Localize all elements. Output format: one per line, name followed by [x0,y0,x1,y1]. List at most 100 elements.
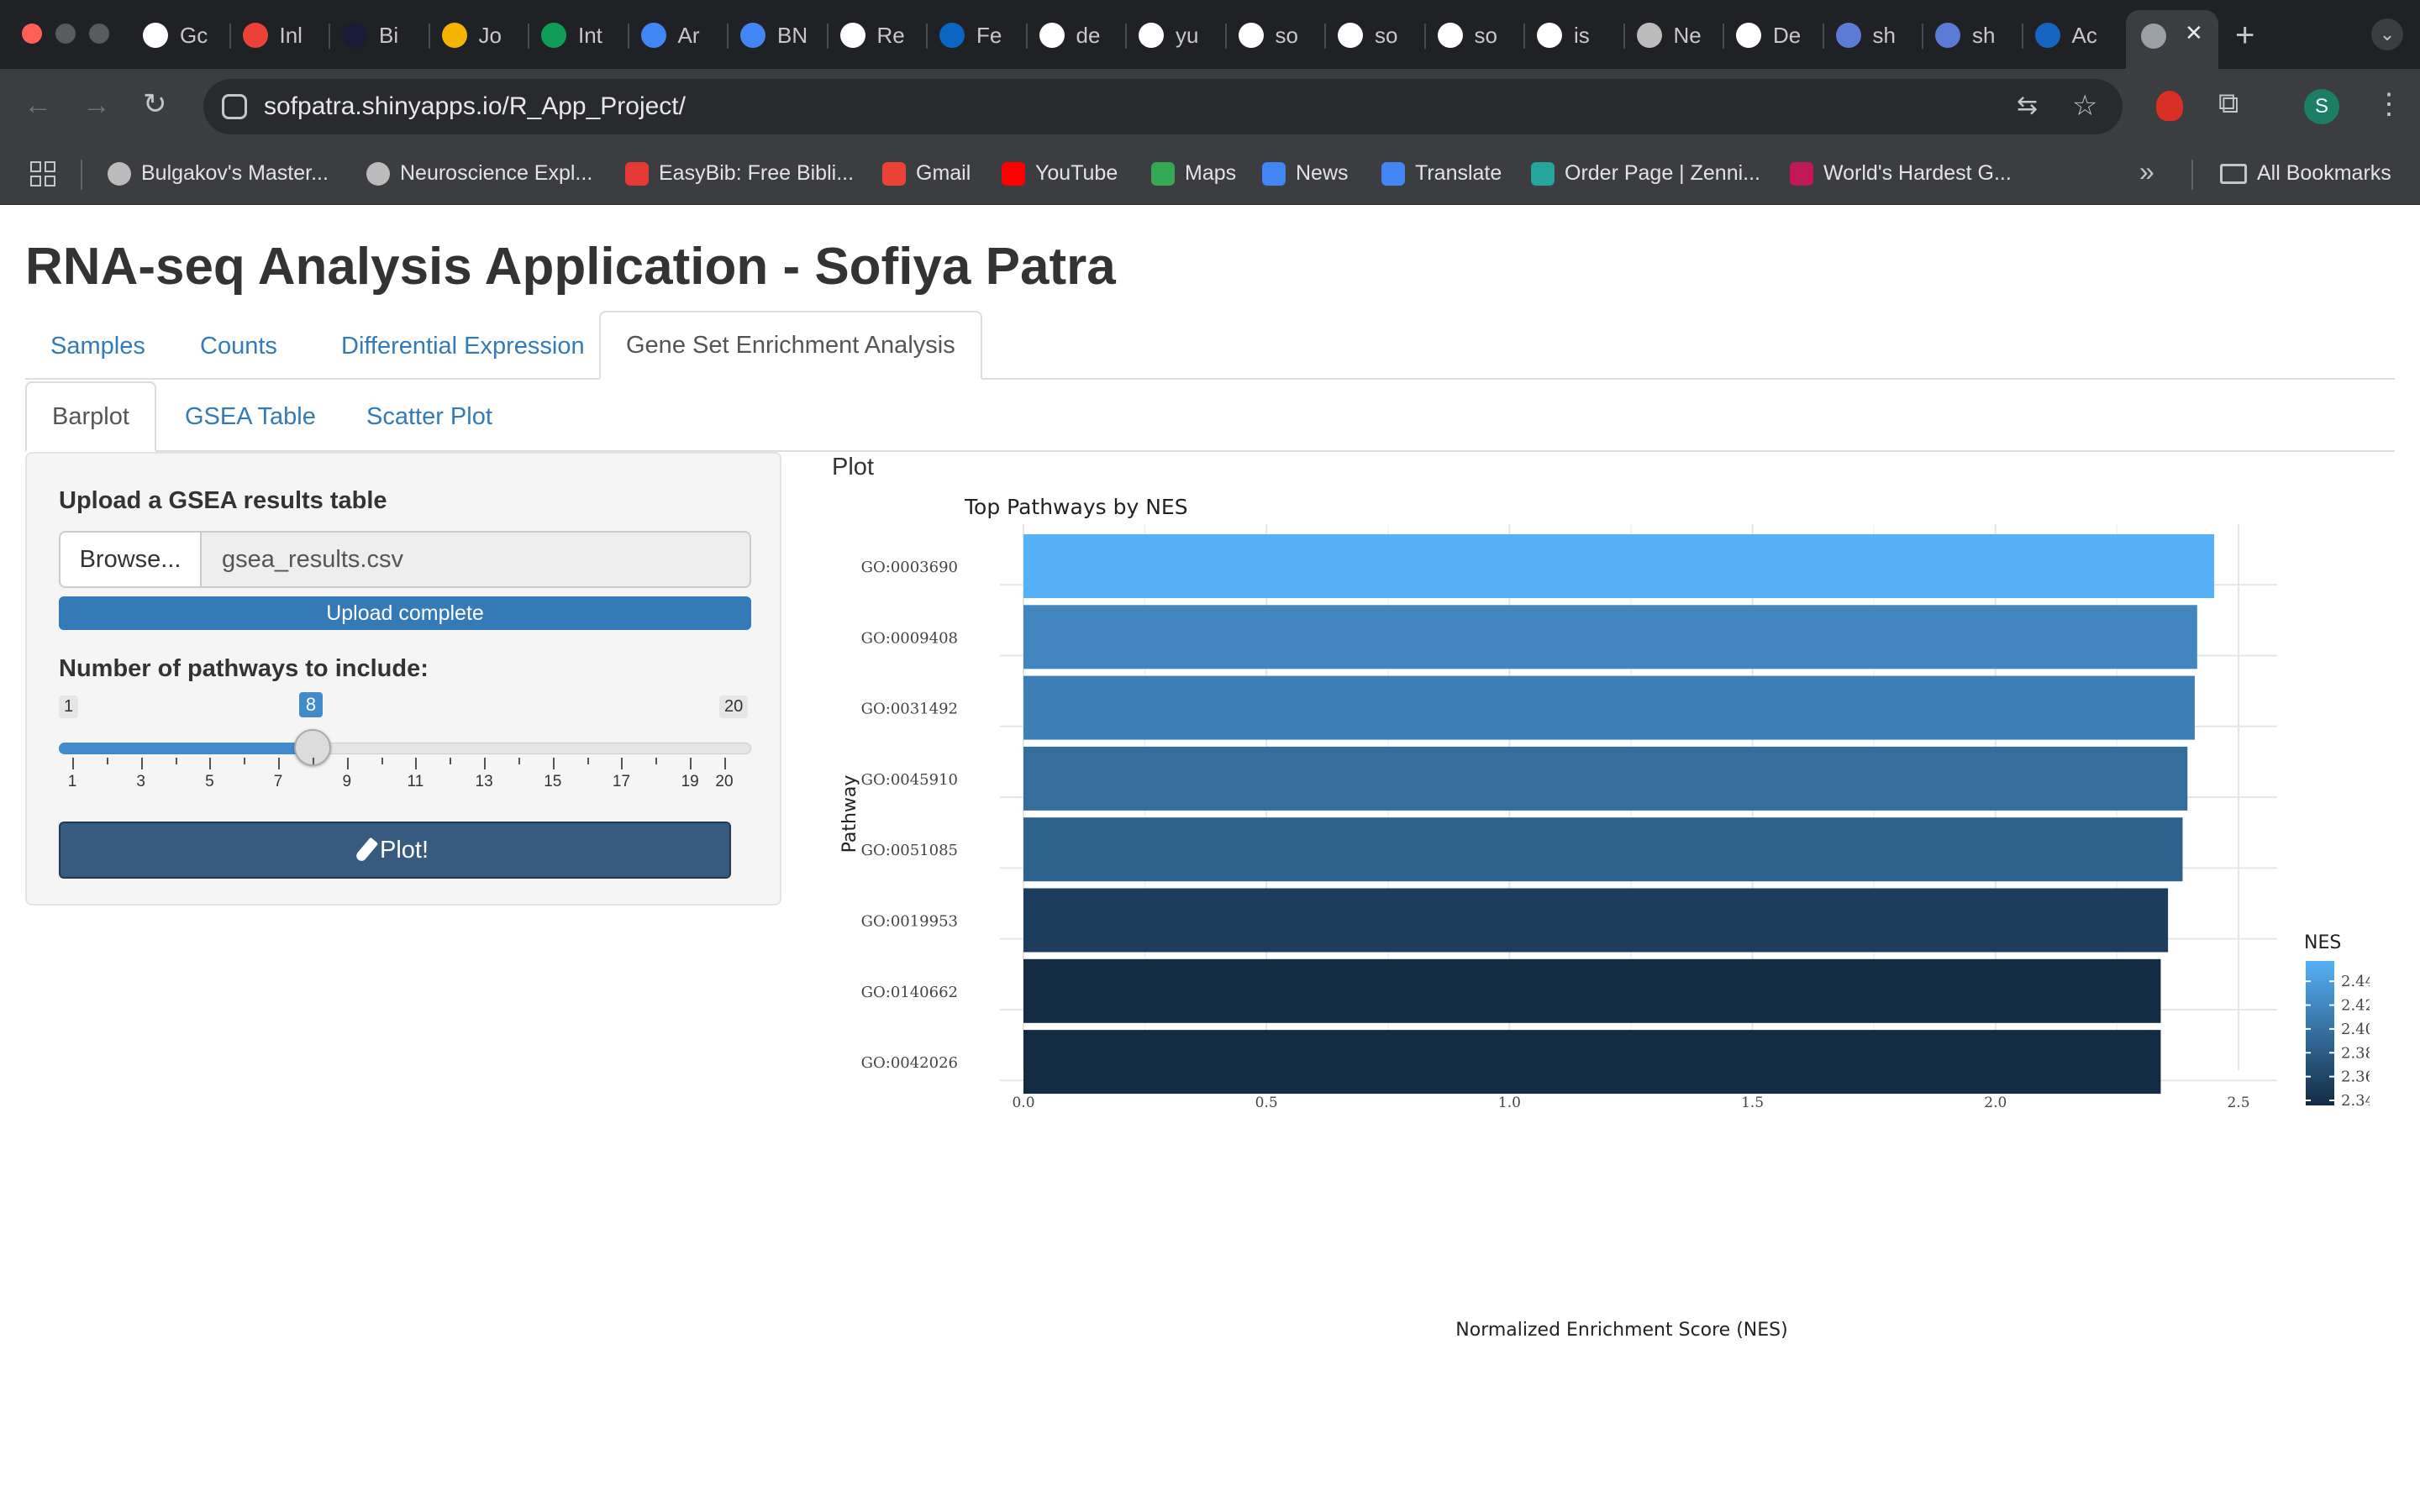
bookmark-label: World's Hardest G... [1823,161,2012,185]
bookmark-item[interactable]: Order Page | Zenni... [1531,161,1760,186]
slider-tick-label: 13 [475,773,493,790]
tab-counts[interactable]: Counts [175,312,302,380]
bookmark-item[interactable]: Maps [1151,161,1236,186]
tab-barplot[interactable]: Barplot [25,381,156,452]
back-icon[interactable]: ← [24,89,52,122]
browser-tab-label: Re [876,22,905,48]
browser-tab[interactable]: De [1728,15,1823,55]
tab-gsea-table[interactable]: GSEA Table [160,381,341,452]
menu-icon[interactable]: ⋮ [2375,87,2403,121]
url-text[interactable]: sofpatra.shinyapps.io/R_App_Project/ [264,92,686,121]
browser-tab-active[interactable]: ✕ [2126,10,2218,69]
globe-icon [108,161,131,186]
bookmark-label: Translate [1415,161,1502,185]
site-info-icon[interactable] [222,94,247,119]
browser-tab[interactable]: so [1329,15,1424,55]
tab-differential-expression[interactable]: Differential Expression [316,312,610,380]
legend-label: 2.38 [2341,1044,2370,1062]
bookmark-item[interactable]: Translate [1381,161,1502,186]
slider-tick [346,758,349,769]
minimize-window-icon[interactable] [55,24,76,44]
translate-icon[interactable]: ⇆ [2017,91,2038,120]
maximize-window-icon[interactable] [89,24,109,44]
bookmark-item[interactable]: Neuroscience Expl... [366,161,592,186]
browser-tab[interactable]: BN [732,15,827,55]
tab-gene-set-enrichment-analysis[interactable]: Gene Set Enrichment Analysis [599,311,982,380]
all-bookmarks-button[interactable]: All Bookmarks [2220,161,2391,186]
slider-tick [415,758,418,769]
sheets-icon [541,23,566,48]
bookmark-item[interactable]: News [1262,161,1349,186]
apps-grid-icon[interactable] [30,161,55,186]
tab-samples[interactable]: Samples [25,312,171,380]
browser-tab[interactable]: Inl [234,15,329,55]
browser-toolbar: ← → ↻ sofpatra.shinyapps.io/R_App_Projec… [0,69,2420,144]
tab-search-icon[interactable]: ⌄ [2371,18,2403,50]
bookmark-star-icon[interactable]: ☆ [2072,89,2097,123]
page-title: RNA-seq Analysis Application - Sofiya Pa… [25,238,1116,296]
bar-go-0051085 [1023,817,2183,882]
slider-tick-label: 1 [67,773,77,790]
address-bar[interactable]: sofpatra.shinyapps.io/R_App_Project/ ⇆ ☆ [203,79,2123,134]
tab-scatter-plot[interactable]: Scatter Plot [341,381,518,452]
browser-tab[interactable]: yu [1130,15,1225,55]
all-bookmarks-label: All Bookmarks [2257,161,2391,185]
extensions-icon[interactable]: ⧉ [2218,87,2238,120]
bookmark-item[interactable]: World's Hardest G... [1790,161,2012,186]
browser-tab[interactable]: de [1031,15,1126,55]
browser-tab[interactable]: Gc [134,15,229,55]
bookmark-label: YouTube [1035,161,1118,185]
extension-hand-icon[interactable] [2156,91,2183,121]
slider-tick [484,758,487,769]
close-window-icon[interactable] [22,24,42,44]
browser-tab-strip: Gc Inl Bi Jo Int Ar BN Re Fe de yu so so so is Ne De sh sh… [0,0,2420,69]
bookmark-item[interactable]: YouTube [1002,161,1118,186]
plot-button-label: Plot! [379,836,429,864]
bookmark-item[interactable]: Bulgakov's Master... [108,161,329,186]
browser-tab-label: is [1574,22,1590,48]
browser-tab[interactable]: Int [533,15,628,55]
forward-icon[interactable]: → [82,89,111,122]
more-bookmarks-icon[interactable]: » [2139,156,2154,187]
google-icon [143,23,168,48]
bookmark-item[interactable]: EasyBib: Free Bibli... [625,161,854,186]
bookmark-label: Order Page | Zenni... [1565,161,1760,185]
profile-avatar[interactable]: S [2304,89,2339,124]
browser-tab[interactable]: Re [832,15,927,55]
browser-tab-label: Int [578,22,602,48]
browser-tab-label: Bi [379,22,399,48]
y-tick-label: GO:0003690 [861,559,958,576]
reload-icon[interactable]: ↻ [143,87,167,121]
plot-button[interactable]: Plot! [59,822,731,879]
plot-heading: Plot [832,454,874,480]
new-tab-icon[interactable]: + [2235,17,2254,55]
browser-tab[interactable]: sh [1828,15,1923,55]
bookmark-label: Maps [1185,161,1237,185]
browser-tab[interactable]: so [1230,15,1325,55]
docs-icon [740,23,765,48]
bookmark-item[interactable]: Gmail [882,161,971,186]
browser-tab[interactable]: Ar [633,15,728,55]
browse-button[interactable]: Browse... [59,531,202,588]
gmail-icon [882,161,906,186]
browser-tab-label: sh [1972,22,1996,48]
browser-tab[interactable]: is [1528,15,1623,55]
browser-tab[interactable]: Fe [931,15,1026,55]
browser-tab[interactable]: sh [1927,15,2022,55]
bookmarks-bar: Bulgakov's Master... Neuroscience Expl...… [0,144,2420,205]
news-icon [1262,161,1286,186]
browser-tab-label: Ac [2071,22,2097,48]
nes-legend: NES 2.44 2.42 2.40 2.38 2.36 2.34 [2304,932,2370,1110]
close-tab-icon[interactable]: ✕ [2185,20,2203,46]
file-name-field[interactable]: gsea_results.csv [200,531,751,588]
browser-tab[interactable]: Ne [1628,15,1723,55]
tab-separator [1723,24,1724,49]
browser-tab[interactable]: so [1429,15,1524,55]
browser-tab[interactable]: Jo [434,15,529,55]
browser-tab-label: sh [1872,22,1896,48]
tab-separator [627,24,629,49]
tab-separator [1523,24,1525,49]
browser-tab[interactable]: Ac [2027,15,2122,55]
linkedin-icon [939,23,965,48]
browser-tab[interactable]: Bi [334,15,429,55]
